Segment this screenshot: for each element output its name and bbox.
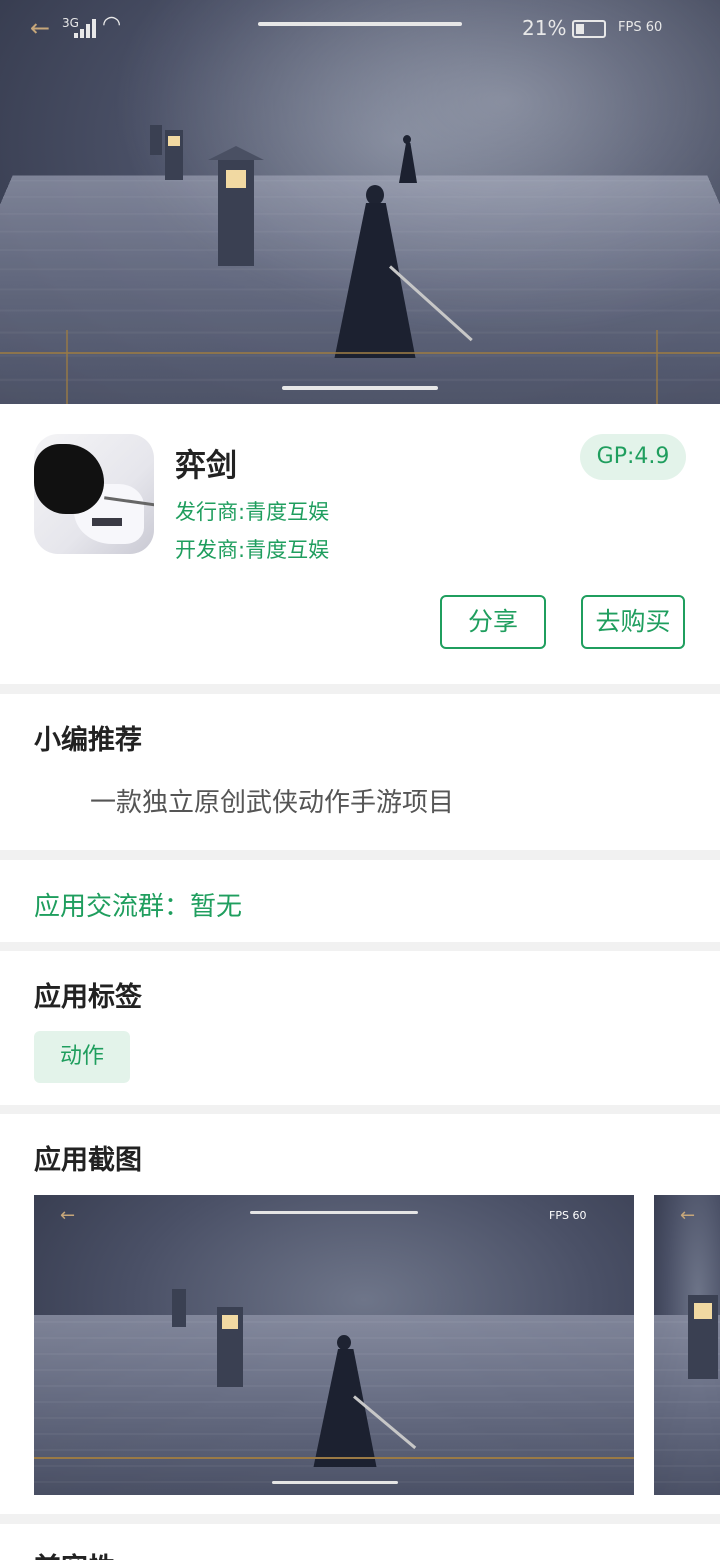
screenshot-thumbnail[interactable]: ← FPS 60 [34, 1195, 634, 1495]
publisher-label: 发行商:青度互娱 [175, 500, 330, 524]
hero-gold-line [656, 330, 658, 404]
gp-rating-badge: GP:4.9 [580, 434, 686, 480]
app-icon [34, 434, 154, 554]
buy-button[interactable]: 去购买 [581, 595, 685, 649]
hero-gold-line [0, 352, 720, 354]
community-group-text: 应用交流群：暂无 [34, 892, 243, 922]
app-info-card: 弈剑 发行商:青度互娱 开发商:青度互娱 GP:4.9 分享 去购买 [0, 404, 720, 684]
lantern-decoration [688, 1295, 718, 1379]
fps-label: FPS 60 [549, 1209, 587, 1222]
share-button[interactable]: 分享 [440, 595, 546, 649]
section-title: 应用标签 [34, 982, 142, 1013]
lantern-decoration [165, 130, 183, 180]
back-arrow-icon: ← [60, 1205, 76, 1226]
back-arrow-icon[interactable]: ← [30, 14, 50, 42]
fps-label: FPS 60 [618, 20, 663, 35]
compatibility-card: 兼容性 [0, 1524, 720, 1560]
tag-chip[interactable]: 动作 [34, 1031, 130, 1083]
warrior-figure [330, 185, 473, 375]
app-title: 弈剑 [175, 448, 237, 484]
battery-icon [572, 20, 606, 38]
back-arrow-icon: ← [680, 1205, 696, 1226]
recommendation-text: 一款独立原创武侠动作手游项目 [90, 788, 455, 818]
lantern-decoration [217, 1307, 243, 1387]
warrior-figure [310, 1335, 417, 1475]
lantern-decoration [150, 125, 162, 155]
hero-gold-line [66, 330, 68, 404]
app-detail-page: ← 3G ◠ 21% FPS 60 弈剑 发行商:青度互娱 开发商:青度互娱 G… [0, 0, 720, 1560]
editor-recommendation-card: 小编推荐 一款独立原创武侠动作手游项目 [0, 694, 720, 850]
hero-banner[interactable]: ← 3G ◠ 21% FPS 60 [0, 0, 720, 404]
wifi-icon: ◠ [102, 12, 122, 37]
section-title: 兼容性 [34, 1546, 115, 1560]
developer-label: 开发商:青度互娱 [175, 538, 330, 562]
community-group-card[interactable]: 应用交流群：暂无 [0, 860, 720, 942]
screenshot-thumbnail[interactable]: ← [654, 1195, 720, 1495]
lantern-decoration [172, 1289, 186, 1327]
app-tags-card: 应用标签 动作 [0, 951, 720, 1105]
signal-icon [74, 18, 98, 38]
battery-percent: 21% [522, 16, 567, 40]
lantern-decoration [208, 146, 264, 266]
status-bar: ← 3G ◠ 21% FPS 60 [0, 12, 720, 44]
section-title: 小编推荐 [34, 725, 142, 756]
hero-bottom-bar [282, 386, 438, 390]
section-title: 应用截图 [34, 1145, 142, 1176]
screenshots-card: 应用截图 ← FPS 60 ← [0, 1114, 720, 1514]
warrior-figure [398, 135, 418, 185]
